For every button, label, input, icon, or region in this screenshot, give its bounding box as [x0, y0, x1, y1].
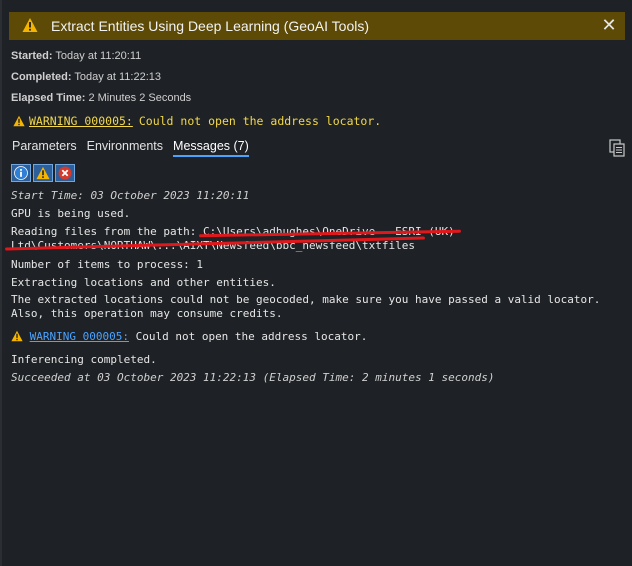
message-geocode-1: The extracted locations could not be geo…	[11, 293, 601, 306]
warning-message: Could not open the address locator.	[138, 114, 382, 128]
info-filter-button[interactable]	[11, 164, 31, 182]
warning-code-link[interactable]: WARNING 000005:	[29, 114, 133, 128]
message-warning: WARNING 000005: Could not open the addre…	[11, 330, 367, 343]
message-geocode-2: Also, this operation may consume credits…	[11, 307, 283, 320]
tab-messages[interactable]: Messages (7)	[173, 139, 249, 157]
tab-environments[interactable]: Environments	[87, 139, 163, 157]
warning-icon	[22, 18, 38, 32]
window-title: Extract Entities Using Deep Learning (Ge…	[51, 18, 370, 34]
started-row: Started: Today at 11:20:11	[11, 50, 141, 62]
warning-filter-button[interactable]	[33, 164, 53, 182]
message-extracting: Extracting locations and other entities.	[11, 276, 276, 289]
message-items: Number of items to process: 1	[11, 258, 204, 271]
warning-icon	[13, 115, 25, 127]
warning-text: Could not open the address locator.	[135, 330, 368, 343]
info-icon	[14, 166, 28, 180]
warning-icon	[11, 330, 23, 342]
elapsed-row: Elapsed Time: 2 Minutes 2 Seconds	[11, 92, 191, 104]
tool-details-panel: Extract Entities Using Deep Learning (Ge…	[0, 0, 632, 566]
tab-bar: Parameters Environments Messages (7)	[12, 139, 259, 157]
summary-warning: WARNING 000005: Could not open the addre…	[13, 114, 381, 128]
elapsed-value: 2 Minutes 2 Seconds	[88, 92, 192, 104]
completed-value: Today at 11:22:13	[74, 71, 162, 83]
message-filter-group	[11, 164, 75, 182]
message-start-time: Start Time: 03 October 2023 11:20:11	[11, 189, 250, 202]
error-icon	[58, 166, 72, 180]
started-value: Today at 11:20:11	[55, 50, 142, 62]
started-label: Started:	[11, 50, 53, 62]
message-gpu: GPU is being used.	[11, 207, 131, 220]
error-filter-button[interactable]	[55, 164, 75, 182]
copy-messages-icon[interactable]	[609, 139, 625, 157]
completed-label: Completed:	[11, 71, 72, 83]
title-bar: Extract Entities Using Deep Learning (Ge…	[9, 12, 625, 40]
elapsed-label: Elapsed Time:	[11, 92, 86, 104]
warning-code-link[interactable]: WARNING 000005:	[30, 330, 129, 343]
completed-row: Completed: Today at 11:22:13	[11, 71, 161, 83]
close-icon[interactable]: ✕	[599, 15, 619, 35]
warning-icon	[36, 166, 50, 180]
message-succeeded: Succeeded at 03 October 2023 11:22:13 (E…	[11, 371, 495, 384]
tab-parameters[interactable]: Parameters	[12, 139, 77, 157]
message-inferencing: Inferencing completed.	[11, 353, 157, 366]
